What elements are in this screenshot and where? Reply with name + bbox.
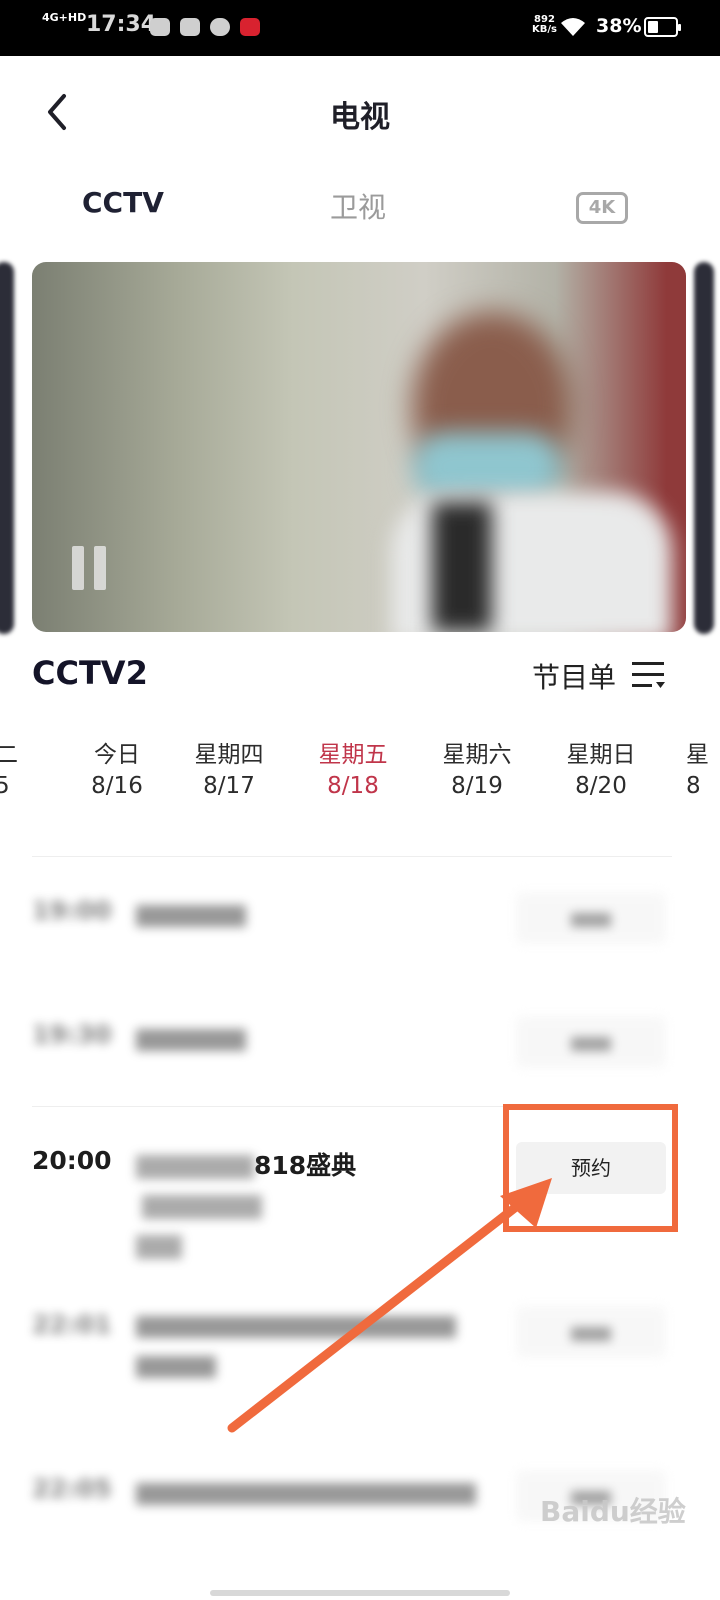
day-weekday: 星期五	[318, 742, 388, 768]
day-weekday: 星期四	[194, 742, 264, 768]
android-notification-icon	[180, 18, 200, 36]
day-date: 8/20	[575, 773, 627, 799]
program-time: 19:30	[32, 1020, 112, 1049]
program-title: 818盛典	[136, 1146, 476, 1266]
next-channel-card[interactable]	[694, 262, 714, 634]
program-action-button[interactable]	[516, 1306, 666, 1358]
program-row: 19:30	[32, 1002, 672, 1082]
program-row: 19:00	[32, 878, 672, 958]
program-time: 22:01	[32, 1310, 112, 1339]
day-weekday: 星期六	[442, 742, 512, 768]
tab-satellite[interactable]: 卫视	[330, 186, 386, 226]
program-title-text: 818盛典	[254, 1151, 357, 1180]
android-notification-icon	[150, 18, 170, 36]
day-date: 15	[0, 773, 10, 799]
date-selector: 期二 15 今日 8/16 星期四 8/17 星期五 8/18 星期六 8/19…	[0, 740, 720, 810]
network-speed: 892 KB/s	[532, 15, 557, 35]
battery-percentage: 38%	[596, 15, 642, 37]
video-frame-detail	[432, 502, 492, 632]
program-row: 22:01	[32, 1292, 672, 1392]
day-item[interactable]: 今日 8/16	[62, 740, 172, 802]
program-title	[136, 1310, 476, 1390]
status-bar: 4G+HD 17:34 892 KB/s 38%	[0, 0, 720, 56]
day-item[interactable]: 星期日 8/20	[546, 740, 656, 802]
network-indicator: 4G+HD	[42, 11, 87, 24]
previous-channel-card[interactable]	[0, 262, 14, 634]
program-action-button[interactable]	[516, 892, 666, 944]
program-title	[136, 896, 476, 939]
pause-icon[interactable]	[72, 546, 112, 592]
divider	[32, 856, 672, 857]
video-player[interactable]	[32, 262, 686, 632]
network-speed-unit: KB/s	[532, 24, 557, 35]
day-item[interactable]: 星期六 8/19	[422, 740, 532, 802]
program-guide-button[interactable]: 节目单	[532, 656, 616, 696]
tab-4k[interactable]: 4K	[576, 192, 628, 224]
day-date: 8/16	[91, 773, 143, 799]
highlight-box	[503, 1104, 678, 1232]
home-indicator[interactable]	[210, 1590, 510, 1596]
day-date: 8/19	[451, 773, 503, 799]
battery-icon	[644, 17, 681, 37]
program-time: 19:00	[32, 896, 112, 925]
day-weekday: 期二	[0, 742, 18, 768]
app-notification-icon	[240, 18, 260, 36]
day-date: 8/18	[327, 773, 379, 799]
list-menu-icon[interactable]	[632, 660, 666, 690]
cloud-icon	[210, 18, 230, 36]
day-weekday: 星	[686, 742, 709, 768]
tab-cctv[interactable]: CCTV	[82, 186, 164, 219]
program-time: 22:05	[32, 1474, 112, 1503]
day-item[interactable]: 星 8	[664, 740, 720, 802]
day-weekday: 今日	[94, 742, 140, 768]
day-item[interactable]: 星期四 8/17	[174, 740, 284, 802]
clock: 17:34	[86, 12, 157, 37]
program-title	[136, 1020, 476, 1063]
channel-name: CCTV2	[32, 654, 148, 692]
program-time: 20:00	[32, 1146, 112, 1175]
watermark-logo: Baidu经验	[540, 1495, 686, 1528]
program-action-button[interactable]	[516, 1016, 666, 1068]
category-tabs: CCTV 卫视 4K	[0, 186, 720, 226]
day-item-selected[interactable]: 星期五 8/18	[298, 740, 408, 802]
page-title: 电视	[330, 100, 390, 135]
wifi-icon	[561, 18, 585, 36]
day-date: 8	[686, 773, 701, 799]
day-date: 8/17	[203, 773, 255, 799]
day-item[interactable]: 期二 15	[0, 740, 50, 802]
day-weekday: 星期日	[566, 742, 636, 768]
program-title	[136, 1474, 476, 1517]
